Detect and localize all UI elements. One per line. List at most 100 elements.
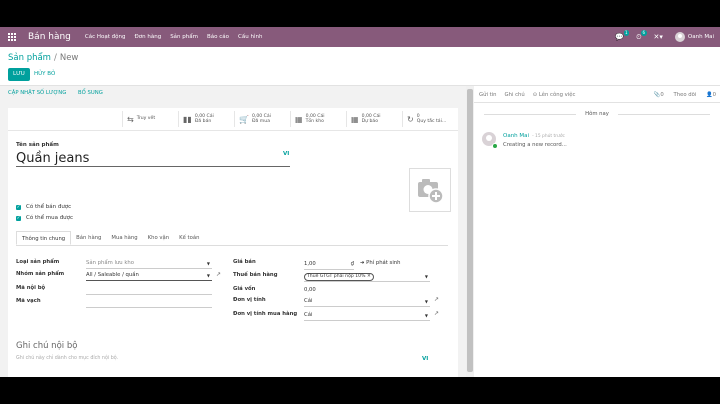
activities-icon[interactable]: ⏲ 6 — [636, 29, 647, 42]
sales-price-input[interactable]: 1,00 ₫ — [304, 260, 354, 270]
app-window: Bán hàng Các Hoạt động Đơn hàng Sản phẩm… — [0, 27, 720, 377]
customer-taxes-label: Thuế bán hàng — [233, 272, 278, 278]
chevron-down-icon: ▼ — [206, 261, 210, 266]
log-note-button[interactable]: Ghi chú — [505, 92, 525, 98]
online-status-icon — [492, 143, 498, 149]
purchase-uom-label: Đơn vị tính mua hàng — [233, 311, 298, 317]
chatter-divider — [474, 102, 720, 103]
activities-badge: 6 — [640, 29, 647, 36]
reordering-label: Quy tắc tái... — [416, 119, 447, 124]
remove-tag-icon[interactable]: ✕ — [367, 274, 371, 279]
message-body: Creating a new record... — [503, 142, 567, 148]
tab-accounting[interactable]: Kế toán — [174, 231, 204, 245]
menu-products[interactable]: Sản phẩm — [170, 34, 198, 40]
product-category-value: All / Saleable / quần — [86, 272, 139, 278]
breadcrumb-current: New — [59, 53, 79, 63]
on-hand-button[interactable]: ▦ 0,00 Cái Tồn kho — [290, 111, 347, 127]
sold-button[interactable]: ▮▮ 0,00 Cái Đã bán — [178, 111, 235, 127]
traceability-icon: ⇆ — [127, 114, 134, 124]
traceability-button[interactable]: ⇆ Truy vết — [122, 111, 179, 127]
external-link-icon[interactable]: ↗ — [434, 310, 439, 317]
on-hand-label: Tồn kho — [305, 119, 324, 124]
messages-badge: 1 — [623, 30, 630, 36]
message-author[interactable]: Oanh Mai — [503, 133, 529, 139]
internal-notes-input[interactable]: Ghi chú này chỉ dành cho mục đích nội bộ… — [16, 356, 430, 377]
breadcrumb: Sản phẩm / New — [8, 53, 78, 63]
tab-general-info[interactable]: Thông tin chung — [16, 231, 72, 245]
cost-value[interactable]: 0,00 — [304, 286, 430, 295]
save-button[interactable]: LƯU — [8, 68, 30, 81]
product-image-upload[interactable] — [409, 168, 451, 212]
follow-button[interactable]: Theo dõi — [673, 92, 696, 98]
debug-icon[interactable]: ✕▾ — [654, 33, 663, 41]
product-category-select[interactable]: All / Saleable / quần ▼ — [86, 271, 212, 281]
purchased-button[interactable]: 🛒 0,00 Cái Đã mua — [234, 111, 291, 127]
internal-notes-title: Ghi chú nội bộ — [16, 341, 78, 351]
message-time: - 15 phút trước — [532, 134, 565, 139]
extra-prices-button[interactable]: ➜ Phí phát sinh — [360, 260, 401, 266]
menu-orders[interactable]: Đơn hàng — [134, 34, 161, 40]
chatter-topbar: Gửi tin Ghi chú ⊙ Lên công việc — [479, 92, 583, 98]
translate-button[interactable]: VI — [283, 151, 289, 157]
external-link-icon[interactable]: ↗ — [216, 271, 221, 278]
barcode-label: Mã vạch — [16, 298, 41, 304]
external-link-icon[interactable]: ↗ — [434, 296, 439, 303]
can-be-purchased-checkbox[interactable]: ✓ — [16, 215, 21, 221]
form-scrollbar-thumb[interactable] — [467, 89, 473, 372]
can-be-purchased-row: ✓ Có thể mua được — [16, 215, 73, 221]
update-quantity-button[interactable]: CẬP NHẬT SỐ LƯỢNG — [8, 90, 66, 96]
apps-menu-icon[interactable] — [8, 33, 16, 41]
tab-sales[interactable]: Bán hàng — [71, 231, 106, 245]
messages-icon[interactable]: 💬 1 — [615, 30, 630, 41]
replenish-button[interactable]: BỔ SUNG — [78, 90, 103, 96]
breadcrumb-parent[interactable]: Sản phẩm — [8, 53, 51, 63]
cart-icon: 🛒 — [239, 114, 249, 124]
sales-price-label: Giá bán — [233, 259, 256, 265]
forecast-button[interactable]: ▦ 0,00 Cái Dự báo — [346, 111, 403, 127]
top-navbar: Bán hàng Các Hoạt động Đơn hàng Sản phẩm… — [0, 27, 720, 47]
tax-tag-label: Thuế GTGT phải nộp 10% — [307, 274, 366, 279]
date-separator: Hôm nay — [585, 111, 609, 117]
customer-taxes-input[interactable]: Thuế GTGT phải nộp 10% ✕ ▼ — [304, 272, 430, 282]
product-name-input[interactable]: Quần jeans — [16, 151, 290, 167]
smart-buttons-bar: ⇆ Truy vết ▮▮ 0,00 Cái Đã bán 🛒 0,00 Cái Đ… — [8, 108, 458, 131]
chevron-down-icon: ▼ — [424, 299, 428, 304]
form-sheet: Tên sản phẩm Quần jeans VI ✓ Có thể bán … — [8, 131, 458, 377]
chevron-down-icon: ▼ — [206, 273, 210, 278]
reordering-rules-button[interactable]: ↻ 0 Quy tắc tái... — [402, 111, 459, 127]
cost-label: Giá vốn — [233, 286, 256, 292]
can-be-sold-checkbox[interactable]: ✓ — [16, 204, 21, 210]
attachments-button[interactable]: 📎0 — [654, 92, 664, 98]
chevron-down-icon: ▼ — [424, 274, 428, 279]
app-brand[interactable]: Bán hàng — [28, 32, 71, 42]
send-message-button[interactable]: Gửi tin — [479, 92, 497, 98]
discard-button[interactable]: HỦY BỎ — [34, 68, 55, 81]
tab-purchase[interactable]: Mua hàng — [106, 231, 142, 245]
internal-reference-label: Mã nội bộ — [16, 285, 46, 291]
product-type-select[interactable]: Sản phẩm lưu kho ▼ — [86, 259, 212, 269]
uom-value: Cái — [304, 298, 313, 304]
user-avatar[interactable] — [674, 32, 685, 42]
purchase-uom-select[interactable]: Cái ▼ — [304, 311, 430, 321]
on-hand-value: 0,00 Cái — [305, 113, 325, 119]
message-header: Oanh Mai - 15 phút trước — [503, 133, 565, 139]
cubes-icon: ▦ — [295, 114, 303, 124]
internal-reference-input[interactable] — [86, 285, 212, 295]
tab-inventory[interactable]: Kho vận — [143, 231, 175, 245]
currency-symbol: ₫ — [350, 261, 354, 267]
menu-activities[interactable]: Các Hoạt động — [85, 34, 126, 40]
user-name[interactable]: Oanh Mai — [688, 34, 714, 40]
uom-select[interactable]: Cái ▼ — [304, 297, 430, 307]
uom-label: Đơn vị tính — [233, 297, 266, 303]
forecast-value: 0,00 Cái — [361, 113, 381, 119]
product-type-value: Sản phẩm lưu kho — [86, 260, 134, 266]
followers-button[interactable]: 👤0 — [706, 92, 716, 98]
can-be-sold-row: ✓ Có thể bán được — [16, 204, 71, 210]
camera-plus-icon — [418, 179, 444, 204]
menu-configuration[interactable]: Cấu hình — [238, 34, 262, 40]
purchase-uom-value: Cái — [304, 312, 313, 318]
translate-notes-button[interactable]: VI — [422, 356, 428, 362]
schedule-activity-button[interactable]: ⊙ Lên công việc — [533, 92, 576, 98]
barcode-input[interactable] — [86, 298, 212, 308]
menu-reporting[interactable]: Báo cáo — [207, 34, 229, 40]
